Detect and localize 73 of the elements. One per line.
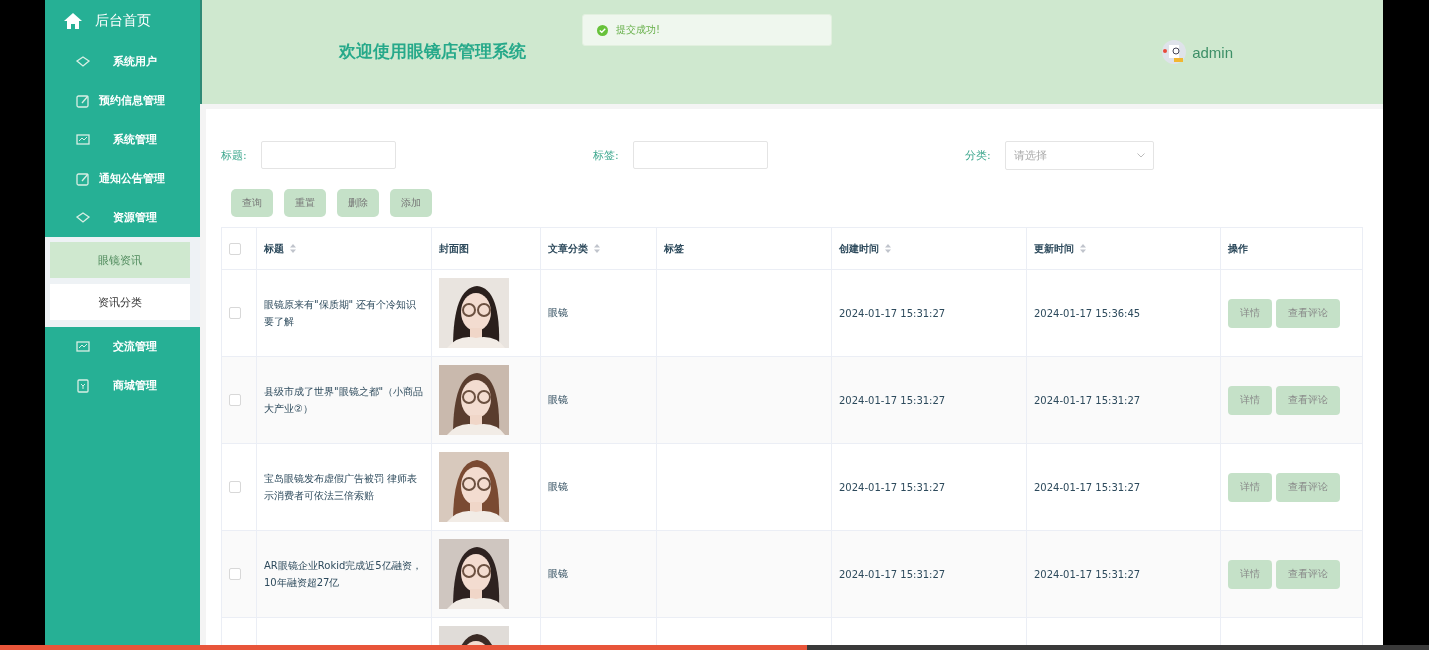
row-button[interactable]: 查看评论	[1276, 472, 1340, 502]
welcome-title: 欢迎使用眼镜店管理系统	[339, 39, 527, 63]
sort-icon[interactable]	[290, 244, 296, 253]
select-field[interactable]: 请选择	[1004, 140, 1154, 170]
action-button[interactable]: 重置	[284, 189, 326, 217]
video-progress-bar[interactable]	[0, 645, 808, 650]
action-button[interactable]: 添加	[390, 189, 432, 217]
row-button[interactable]: 查看评论	[1276, 385, 1340, 415]
created-time: 2024-01-17 15:31:27	[839, 568, 946, 580]
row-button[interactable]: 详情	[1228, 385, 1272, 415]
column-header[interactable]: 更新时间	[1034, 242, 1086, 254]
check-circle-icon	[597, 24, 608, 36]
article-title: 县级市成了世界"眼镜之都"（小商品大产业②）	[264, 384, 424, 416]
category-text: 眼镜	[548, 307, 568, 318]
menu-item[interactable]: 资源管理	[45, 198, 200, 237]
column-header[interactable]: 文章分类	[548, 242, 600, 254]
home-link[interactable]: 后台首页	[45, 0, 200, 42]
created-time: 2024-01-17 15:31:27	[839, 307, 946, 319]
home-icon	[63, 12, 83, 30]
menu-item[interactable]: 系统用户	[45, 42, 200, 81]
column-header: 标签	[664, 242, 684, 254]
article-title: AR眼镜企业Rokid完成近5亿融资，10年融资超27亿	[264, 558, 423, 590]
menu-item[interactable]: 预约信息管理	[45, 81, 200, 120]
filter-label: 分类:	[965, 147, 991, 163]
toast-message: 提交成功!	[616, 23, 660, 37]
sort-icon[interactable]	[885, 244, 891, 253]
submenu-item[interactable]: 眼镜资讯	[50, 242, 190, 278]
row-button[interactable]: 详情	[1228, 559, 1272, 589]
menu-item[interactable]: 商城管理	[45, 366, 200, 405]
row-button[interactable]: 详情	[1228, 472, 1272, 502]
column-header[interactable]: 标题	[264, 242, 296, 254]
row-checkbox[interactable]	[229, 481, 241, 493]
chart-icon	[75, 131, 91, 148]
sort-icon[interactable]	[594, 244, 600, 253]
updated-time: 2024-01-17 15:36:45	[1034, 307, 1141, 319]
chevron-down-icon	[1136, 152, 1145, 158]
updated-time: 2024-01-17 15:31:27	[1034, 568, 1141, 580]
menu-item[interactable]: 系统管理	[45, 120, 200, 159]
column-header: 操作	[1228, 242, 1248, 254]
updated-time: 2024-01-17 15:31:27	[1034, 394, 1141, 406]
row-button[interactable]: 查看评论	[1276, 298, 1340, 328]
sort-icon[interactable]	[1080, 244, 1086, 253]
edit-icon	[75, 170, 91, 187]
menu-item[interactable]: 通知公告管理	[45, 159, 200, 198]
row-button[interactable]: 详情	[1228, 298, 1272, 328]
category-text: 眼镜	[548, 568, 568, 579]
edit-icon	[75, 92, 91, 109]
row-button[interactable]: 查看评论	[1276, 559, 1340, 589]
input-field[interactable]	[632, 141, 768, 169]
action-button[interactable]: 删除	[337, 189, 379, 217]
user-name[interactable]: admin	[1192, 43, 1233, 61]
updated-time: 2024-01-17 15:31:27	[1034, 481, 1141, 493]
row-checkbox[interactable]	[229, 307, 241, 319]
created-time: 2024-01-17 15:31:27	[839, 481, 946, 493]
row-checkbox[interactable]	[229, 568, 241, 580]
created-time: 2024-01-17 15:31:27	[839, 394, 946, 406]
tag-icon	[75, 377, 91, 394]
filter-label: 标题:	[221, 147, 247, 163]
select-all-checkbox[interactable]	[229, 242, 241, 255]
input-field[interactable]	[260, 141, 396, 169]
action-button[interactable]: 查询	[231, 189, 273, 217]
article-title: 眼镜原来有"保质期" 还有个冷知识要了解	[264, 297, 418, 329]
row-checkbox[interactable]	[229, 394, 241, 406]
avatar-icon[interactable]	[1162, 40, 1187, 64]
column-header: 封面图	[439, 242, 469, 254]
filter-label: 标签:	[593, 147, 619, 163]
column-header[interactable]: 创建时间	[839, 242, 891, 254]
chart-icon	[75, 338, 91, 355]
menu-item[interactable]: 交流管理	[45, 327, 200, 366]
article-title: 宝岛眼镜发布虚假广告被罚 律师表示消费者可依法三倍索赔	[264, 471, 419, 503]
submenu-item[interactable]: 资讯分类	[50, 284, 190, 320]
category-text: 眼镜	[548, 394, 568, 405]
category-text: 眼镜	[548, 481, 568, 492]
